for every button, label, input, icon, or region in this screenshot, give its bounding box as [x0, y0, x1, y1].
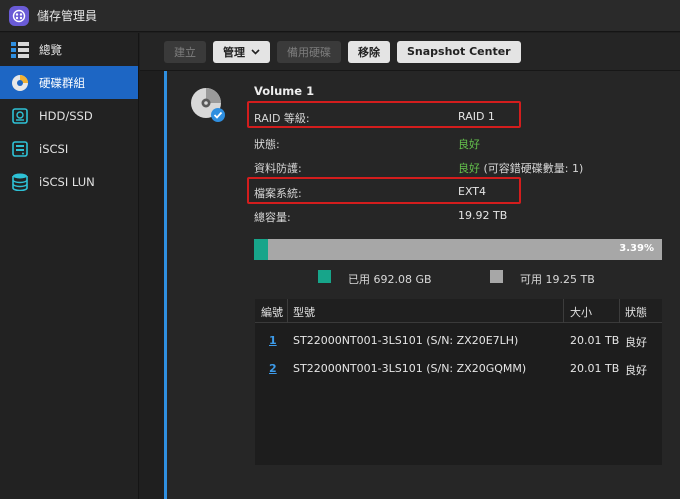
volume-detail-panel: Volume 1 RAID 等級: RAID 1 狀態: 良好 資料防護: 良好… [164, 71, 680, 499]
spare-disk-button[interactable]: 備用硬碟 [277, 40, 341, 63]
usage-bar-fill [254, 239, 268, 260]
sidebar-item-label: iSCSI [39, 141, 69, 156]
sidebar-item-iscsi-lun[interactable]: iSCSI LUN [0, 165, 138, 198]
data-protection-status: 良好 [458, 162, 480, 175]
sidebar-item-label: HDD/SSD [39, 108, 93, 123]
sidebar-item-overview[interactable]: 總覽 [0, 33, 138, 66]
disk-number-link[interactable]: 1 [269, 334, 277, 347]
chevron-down-icon [251, 45, 260, 58]
disk-status: 良好 [625, 336, 647, 349]
disk-table: 編號 型號 大小 狀態 1 ST22000NT001-3LS101 (S/N: … [255, 299, 662, 465]
sidebar-item-label: iSCSI LUN [39, 174, 95, 189]
disk-group-icon [11, 74, 29, 92]
sidebar-item-iscsi[interactable]: iSCSI [0, 132, 138, 165]
used-space-label: 已用 692.08 GB [348, 273, 432, 286]
data-protection-value: 良好 (可容錯硬碟數量: 1) [458, 160, 583, 176]
column-divider [619, 299, 620, 323]
sidebar-item-hdd-ssd[interactable]: HDD/SSD [0, 99, 138, 132]
used-legend-swatch [318, 270, 331, 283]
sidebar-item-label: 總覽 [39, 42, 62, 57]
disk-size: 20.01 TB [570, 334, 620, 347]
overview-icon [11, 41, 29, 59]
disk-table-header: 編號 型號 大小 狀態 [255, 299, 662, 323]
status-value: 良好 [458, 138, 480, 151]
total-capacity-value: 19.92 TB [458, 209, 508, 222]
disk-status: 良好 [625, 364, 647, 377]
raid-highlight-box [247, 101, 521, 128]
column-header-model[interactable]: 型號 [293, 304, 315, 320]
hdd-icon [11, 107, 29, 125]
disk-number-link[interactable]: 2 [269, 362, 277, 375]
disk-model: ST22000NT001-3LS101 (S/N: ZX20E7LH) [293, 334, 519, 347]
data-protection-label: 資料防護: [254, 162, 302, 175]
title-bar: 儲存管理員 [0, 0, 680, 32]
volume-icon [190, 87, 226, 123]
file-system-highlight-box [247, 177, 521, 204]
sidebar: 總覽 硬碟群組 HDD/SSD iSCSI iSCSI LUN [0, 33, 139, 499]
remove-button[interactable]: 移除 [348, 40, 390, 63]
volume-title: Volume 1 [254, 84, 315, 98]
snapshot-center-button[interactable]: Snapshot Center [397, 40, 521, 63]
status-label: 狀態: [254, 138, 280, 151]
column-header-size[interactable]: 大小 [570, 304, 592, 320]
free-space-label: 可用 19.25 TB [520, 273, 595, 286]
iscsi-lun-icon [11, 173, 29, 191]
manage-label: 管理 [223, 45, 245, 59]
create-button[interactable]: 建立 [164, 40, 206, 63]
sidebar-item-disk-group[interactable]: 硬碟群組 [0, 66, 138, 99]
sidebar-item-label: 硬碟群組 [39, 75, 85, 90]
iscsi-icon [11, 140, 29, 158]
app-title: 儲存管理員 [37, 9, 98, 23]
column-header-status[interactable]: 狀態 [625, 304, 647, 320]
table-row[interactable]: 2 ST22000NT001-3LS101 (S/N: ZX20GQMM) 20… [255, 355, 662, 383]
fault-tolerance-note: (可容錯硬碟數量: 1) [483, 162, 584, 175]
free-legend-swatch [490, 270, 503, 283]
storage-manager-app-icon [9, 5, 29, 26]
column-header-number[interactable]: 編號 [261, 304, 283, 320]
toolbar: 建立 管理 備用硬碟 移除 Snapshot Center [140, 33, 680, 71]
manage-button[interactable]: 管理 [213, 40, 270, 63]
table-row[interactable]: 1 ST22000NT001-3LS101 (S/N: ZX20E7LH) 20… [255, 327, 662, 355]
column-divider [563, 299, 564, 323]
usage-bar: 3.39% [254, 239, 662, 260]
column-divider [287, 299, 288, 323]
disk-size: 20.01 TB [570, 362, 620, 375]
disk-model: ST22000NT001-3LS101 (S/N: ZX20GQMM) [293, 362, 527, 375]
total-capacity-label: 總容量: [254, 211, 291, 224]
usage-percent: 3.39% [619, 243, 654, 254]
